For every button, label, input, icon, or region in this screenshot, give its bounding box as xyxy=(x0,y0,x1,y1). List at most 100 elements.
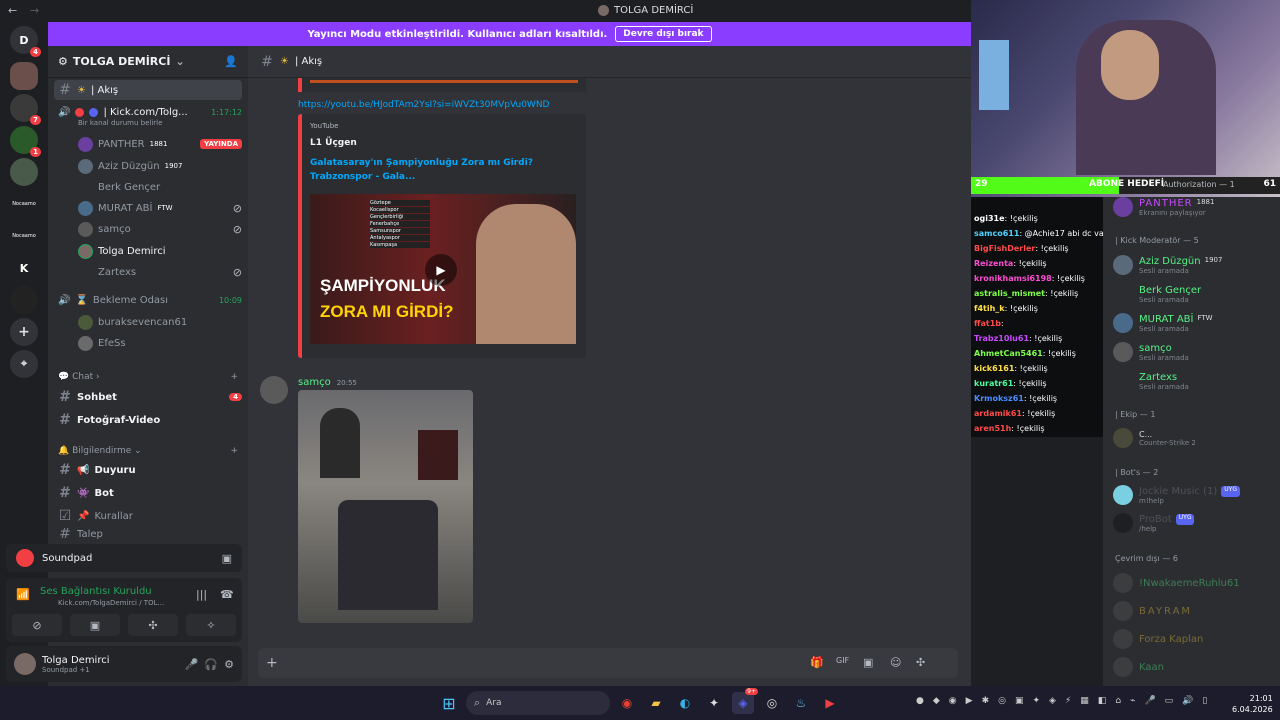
screen-share-button[interactable]: ▣ xyxy=(70,614,120,636)
channel-akis[interactable]: # ☀ | Akış xyxy=(54,80,242,100)
member-item[interactable]: Zartexs Sesli aramada xyxy=(1113,371,1189,391)
tray-icon[interactable]: ▦ xyxy=(1080,696,1089,706)
member-item[interactable]: samço Sesli aramada xyxy=(1113,342,1189,362)
voice-channel-status[interactable]: Bir kanal durumu belirle xyxy=(54,116,242,130)
server-header[interactable]: ⚙ TOLGA DEMİRCİ ⌄ 👤 xyxy=(48,46,248,78)
tray-icon[interactable]: ⚡ xyxy=(1065,696,1071,706)
tray-icon[interactable]: ◎ xyxy=(998,696,1006,706)
tray-icon[interactable]: ▶ xyxy=(966,696,973,706)
server-icon-wings[interactable] xyxy=(10,286,38,314)
back-arrow-icon[interactable]: ← xyxy=(8,4,17,17)
voice-user[interactable]: samço ⊘ xyxy=(54,219,242,239)
server-icon-k[interactable]: K xyxy=(10,254,38,282)
channel-talep[interactable]: # Talep xyxy=(54,528,242,540)
gear-icon[interactable]: ⚙ xyxy=(224,658,234,671)
direct-messages-icon[interactable]: D4 xyxy=(10,26,41,57)
tray-icon[interactable]: ✦ xyxy=(1032,696,1040,706)
voice-user[interactable]: Aziz Düzgün 1907 xyxy=(54,156,242,176)
channel-sohbet[interactable]: # Sohbet 4 xyxy=(54,387,242,407)
apps-icon[interactable]: ✣ xyxy=(916,656,925,669)
channel-kurallar[interactable]: ☑ 📌 Kurallar xyxy=(54,506,242,526)
server-icon-4[interactable] xyxy=(10,158,38,186)
tray-icon[interactable]: ◆ xyxy=(933,696,940,706)
battery-icon[interactable]: ▯ xyxy=(1202,696,1207,706)
windows-start-icon[interactable]: ⊞ xyxy=(438,692,460,714)
emoji-icon[interactable]: ☺ xyxy=(890,656,901,669)
voice-user[interactable]: Tolga Demirci xyxy=(54,241,242,261)
chrome-icon[interactable]: ◉ xyxy=(616,692,638,714)
discord-taskbar-icon[interactable]: ◈ 9+ xyxy=(732,688,758,714)
message-input[interactable]: + 🎁 GIF ▣ ☺ ✣ xyxy=(258,648,958,678)
voice-channel-name[interactable]: Kick.com/TolgaDemirci / TOL... xyxy=(58,599,164,607)
gif-icon[interactable]: GIF xyxy=(836,656,849,665)
explore-icon[interactable]: ⌖ xyxy=(10,350,38,378)
member-item[interactable]: BAYRAM xyxy=(1113,601,1192,621)
voice-user[interactable]: PANTHER 1881 YAYINDA xyxy=(54,134,242,154)
message-photo[interactable] xyxy=(298,390,473,623)
edge-icon[interactable]: ◐ xyxy=(674,692,696,714)
member-item[interactable]: PANTHER 1881 Ekranını paylaşıyor xyxy=(1113,197,1214,217)
tray-icon[interactable]: ◉ xyxy=(949,696,957,706)
app-icon[interactable]: ◎ xyxy=(761,692,783,714)
video-thumbnail[interactable]: Göztepe Kocaelispor Gençlerbirliği Fener… xyxy=(310,194,576,344)
voice-user[interactable]: buraksevencan61 xyxy=(54,312,242,332)
tray-icon[interactable]: ◈ xyxy=(1049,696,1056,706)
noise-icon[interactable]: ||| xyxy=(196,588,207,601)
tray-icon[interactable]: ⌂ xyxy=(1115,696,1121,706)
member-item[interactable]: Berk Gençer Sesli aramada xyxy=(1113,284,1201,304)
voice-channel-waiting[interactable]: 🔊 ⌛ Bekleme Odası 10:09 xyxy=(54,290,242,310)
server-icon-nocaamo-1[interactable]: Nocaamo xyxy=(10,190,38,218)
member-item[interactable]: MURAT ABİ FTW Sesli aramada xyxy=(1113,313,1213,333)
channel-foto-video[interactable]: # Fotoğraf-Video xyxy=(54,410,242,430)
add-member-icon[interactable]: 👤 xyxy=(224,55,238,68)
usb-icon[interactable]: ⌁ xyxy=(1130,696,1135,706)
avatar[interactable] xyxy=(260,376,288,404)
voice-user[interactable]: Zartexs ⊘ xyxy=(54,262,242,282)
play-icon[interactable]: ▶ xyxy=(425,254,457,286)
category-chat[interactable]: 💬 Chat › + xyxy=(58,372,238,382)
add-attachment-icon[interactable]: + xyxy=(266,655,278,671)
microphone-icon[interactable]: 🎤 xyxy=(1144,696,1155,706)
tray-icon[interactable]: ✱ xyxy=(982,696,990,706)
clock[interactable]: 21:01 6.04.2026 xyxy=(1232,693,1273,715)
forward-arrow-icon[interactable]: → xyxy=(30,4,39,17)
voice-status[interactable]: Ses Bağlantısı Kuruldu xyxy=(40,586,152,597)
member-item[interactable]: Jockie Music (1) UYG m!help xyxy=(1113,485,1240,505)
soundboard-button[interactable]: ✧ xyxy=(186,614,236,636)
voice-user[interactable]: Berk Gençer xyxy=(54,177,242,197)
avatar[interactable] xyxy=(14,653,36,675)
tray-icon[interactable]: ◧ xyxy=(1098,696,1107,706)
monitor-icon[interactable]: ▣ xyxy=(222,552,232,565)
embed-title[interactable]: Galatasaray'ın Şampiyonluğu Zora mı Gird… xyxy=(310,156,580,184)
server-icon-2[interactable]: 7 xyxy=(10,94,41,125)
server-icon-3[interactable]: 1 xyxy=(10,126,41,157)
add-channel-icon[interactable]: + xyxy=(230,446,238,456)
add-channel-icon[interactable]: + xyxy=(230,372,238,382)
soundpad-activity[interactable]: Soundpad ▣ xyxy=(6,544,242,572)
taskbar-search[interactable]: ⌕ Ara xyxy=(466,691,610,715)
member-item[interactable]: C... Counter-Strike 2 xyxy=(1113,428,1196,448)
disable-streamer-mode-button[interactable]: Devre dışı bırak xyxy=(615,26,712,42)
message-author[interactable]: samço xyxy=(298,377,331,388)
voice-user[interactable]: MURAT ABİ FTW ⊘ xyxy=(54,198,242,218)
media-icon[interactable]: ▶ xyxy=(819,692,841,714)
member-item[interactable]: !NwakaemeRuhlu61 xyxy=(1113,573,1240,593)
server-icon-tolga[interactable] xyxy=(10,62,38,90)
volume-icon[interactable]: 🔊 xyxy=(1182,696,1193,706)
file-explorer-icon[interactable]: ▰ xyxy=(645,692,667,714)
channel-bot[interactable]: # 👾 Bot xyxy=(54,483,242,503)
camera-off-button[interactable]: ⊘ xyxy=(12,614,62,636)
embed-author[interactable]: L1 Üçgen xyxy=(310,138,357,148)
add-server-icon[interactable]: + xyxy=(10,318,38,346)
sticker-icon[interactable]: ▣ xyxy=(863,656,873,669)
headphones-icon[interactable]: 🎧 xyxy=(204,658,218,671)
server-icon-nocaamo-2[interactable]: Nocaamo xyxy=(10,222,38,250)
display-icon[interactable]: ▭ xyxy=(1165,696,1174,706)
channel-duyuru[interactable]: # 📢 Duyuru xyxy=(54,460,242,480)
category-bilgilendirme[interactable]: 🔔 Bilgilendirme ⌄ + xyxy=(58,446,238,456)
microphone-icon[interactable]: 🎤 xyxy=(185,658,199,671)
steam-icon[interactable]: ♨ xyxy=(790,692,812,714)
voice-user[interactable]: EfeSs xyxy=(54,333,242,353)
member-item[interactable]: Forza Kaplan xyxy=(1113,629,1203,649)
gift-icon[interactable]: 🎁 xyxy=(810,656,824,669)
